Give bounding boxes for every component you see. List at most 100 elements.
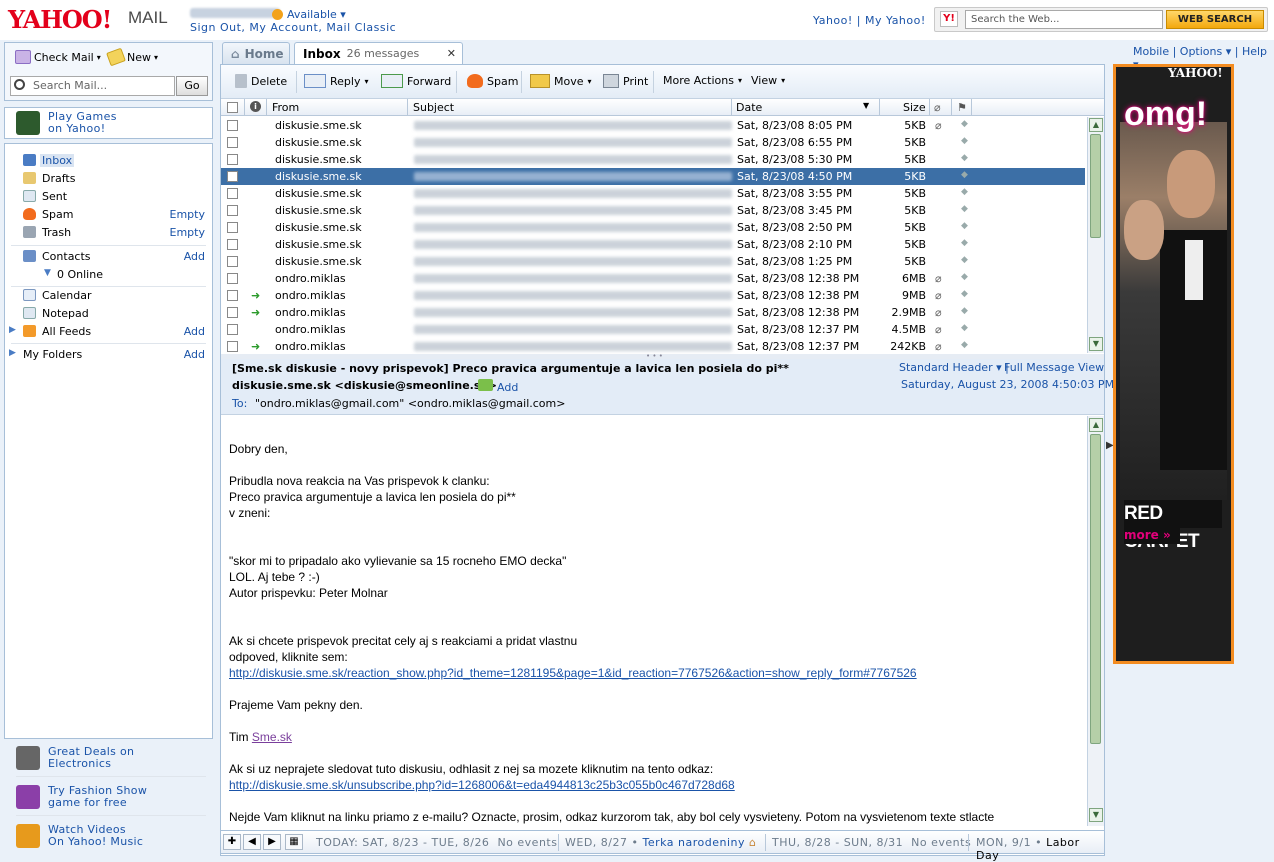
yahoo-logo[interactable]: YAHOO! [8, 5, 112, 34]
sort-desc-icon[interactable]: ▼ [863, 101, 869, 110]
flag-dot-icon[interactable]: ◆ [961, 170, 968, 180]
add-folder-link[interactable]: Add [184, 348, 205, 361]
table-row[interactable]: diskusie.sme.sk Sat, 8/23/08 3:55 PM 5KB ◆ [221, 185, 1085, 202]
column-date[interactable]: Date [736, 101, 762, 114]
account-links[interactable]: Sign Out, My Account, Mail Classic [190, 21, 396, 34]
reply-button[interactable]: Reply ▾ [304, 74, 368, 88]
status-dropdown[interactable]: Available ▾ [287, 8, 346, 21]
column-subject[interactable]: Subject [413, 101, 454, 114]
message-list-scrollbar[interactable]: ▲ ▼ [1087, 117, 1104, 353]
delete-button[interactable]: Delete [235, 74, 287, 88]
table-row[interactable]: diskusie.sme.sk Sat, 8/23/08 3:45 PM 5KB ◆ [221, 202, 1085, 219]
folder-calendar[interactable]: Calendar [5, 287, 212, 304]
calendar-today[interactable]: TODAY: SAT, 8/23 - TUE, 8/26 No events [316, 836, 557, 849]
web-search-button[interactable]: WEB SEARCH [1166, 10, 1264, 29]
row-checkbox[interactable] [227, 137, 238, 148]
scroll-down-icon[interactable]: ▼ [1089, 337, 1103, 351]
search-mail-go-button[interactable]: Go [176, 76, 208, 96]
folder-notepad[interactable]: Notepad [5, 305, 212, 322]
play-games-box[interactable]: Play Games on Yahoo! [4, 107, 213, 139]
forward-button[interactable]: Forward [381, 74, 451, 88]
folder-sent[interactable]: Sent [5, 188, 212, 205]
folder-contacts[interactable]: Contacts Add [5, 248, 212, 265]
full-message-view-link[interactable]: Full Message View [1004, 361, 1104, 374]
unsubscribe-link[interactable]: http://diskusie.sme.sk/unsubscribe.php?i… [229, 778, 735, 792]
promo-fashion-show[interactable]: Try Fashion Show game for free [16, 781, 206, 816]
row-checkbox[interactable] [227, 205, 238, 216]
flag-dot-icon[interactable]: ◆ [961, 306, 968, 316]
expand-icon[interactable]: ▶ [9, 348, 16, 358]
view-button[interactable]: View ▾ [751, 74, 785, 87]
flag-dot-icon[interactable]: ◆ [961, 187, 968, 197]
row-checkbox[interactable] [227, 120, 238, 131]
spam-button[interactable]: Spam [467, 74, 518, 88]
table-row[interactable]: ➜ ondro.miklas Sat, 8/23/08 12:38 PM 2.9MB ⌀… [221, 304, 1085, 321]
table-row[interactable]: diskusie.sme.sk Sat, 8/23/08 4:50 PM 5KB ◆ [221, 168, 1085, 185]
message-body-scrollbar[interactable]: ▲ ▼ [1087, 416, 1104, 826]
scroll-up-icon[interactable]: ▲ [1089, 118, 1103, 132]
scroll-thumb[interactable] [1090, 134, 1101, 238]
calendar-mon[interactable]: MON, 9/1 • Labor Day [976, 836, 1104, 862]
column-from[interactable]: From [272, 101, 299, 114]
check-mail-button[interactable]: Check Mail ▾ [15, 50, 101, 64]
select-all-checkbox[interactable] [227, 102, 238, 113]
add-contact-link[interactable]: Add [184, 250, 205, 263]
row-checkbox[interactable] [227, 273, 238, 284]
tab-home[interactable]: ⌂ Home [222, 42, 290, 64]
calendar-thu-sun[interactable]: THU, 8/28 - SUN, 8/31 No events [772, 836, 971, 849]
close-tab-icon[interactable]: ✕ [447, 47, 456, 60]
folder-trash[interactable]: Trash Empty [5, 224, 212, 241]
scroll-thumb[interactable] [1090, 434, 1101, 744]
add-event-icon[interactable]: ✚ [223, 834, 241, 850]
add-sender-link[interactable]: Add [497, 381, 518, 394]
flag-dot-icon[interactable]: ◆ [961, 323, 968, 333]
folder-inbox[interactable]: Inbox [5, 152, 212, 169]
table-row[interactable]: diskusie.sme.sk Sat, 8/23/08 2:50 PM 5KB ◆ [221, 219, 1085, 236]
move-button[interactable]: Move ▾ [530, 74, 592, 88]
promo-music[interactable]: Watch Videos On Yahoo! Music [16, 820, 206, 855]
flag-dot-icon[interactable]: ◆ [961, 255, 968, 265]
calendar-icon[interactable]: ▦ [285, 834, 303, 850]
row-checkbox[interactable] [227, 307, 238, 318]
table-row[interactable]: diskusie.sme.sk Sat, 8/23/08 8:05 PM 5KB ⌀ ◆ [221, 117, 1085, 134]
attachment-column-icon[interactable]: ⌀ [934, 101, 941, 114]
web-search-input[interactable]: Search the Web... [965, 10, 1163, 29]
flag-dot-icon[interactable]: ◆ [961, 289, 968, 299]
row-checkbox[interactable] [227, 341, 238, 352]
table-row[interactable]: diskusie.sme.sk Sat, 8/23/08 5:30 PM 5KB ◆ [221, 151, 1085, 168]
flag-column-icon[interactable]: ⚑ [957, 101, 967, 114]
play-games-link[interactable]: Play Games on Yahoo! [48, 111, 117, 135]
table-row[interactable]: ondro.miklas Sat, 8/23/08 12:37 PM 4.5MB ⌀ ◆ [221, 321, 1085, 338]
table-row[interactable]: ondro.miklas Sat, 8/23/08 12:38 PM 6MB ⌀ ◆ [221, 270, 1085, 287]
flag-dot-icon[interactable]: ◆ [961, 153, 968, 163]
more-actions-button[interactable]: More Actions ▾ [663, 74, 742, 87]
reaction-link[interactable]: http://diskusie.sme.sk/reaction_show.php… [229, 666, 917, 680]
mail-logo[interactable]: MAIL [128, 8, 168, 28]
flag-dot-icon[interactable]: ◆ [961, 272, 968, 282]
empty-trash-link[interactable]: Empty [170, 226, 205, 239]
add-contact-icon[interactable] [478, 379, 493, 391]
tab-inbox[interactable]: Inbox 26 messages ✕ [294, 42, 463, 64]
row-checkbox[interactable] [227, 171, 238, 182]
add-feed-link[interactable]: Add [184, 325, 205, 338]
expand-icon[interactable]: ▶ [9, 325, 16, 335]
folder-spam[interactable]: Spam Empty [5, 206, 212, 223]
table-row[interactable]: diskusie.sme.sk Sat, 8/23/08 6:55 PM 5KB ◆ [221, 134, 1085, 151]
column-size[interactable]: Size [903, 101, 926, 114]
folder-drafts[interactable]: Drafts [5, 170, 212, 187]
yahoo-links[interactable]: Yahoo! | My Yahoo! [813, 14, 926, 27]
row-checkbox[interactable] [227, 290, 238, 301]
row-checkbox[interactable] [227, 324, 238, 335]
row-checkbox[interactable] [227, 239, 238, 250]
scroll-down-icon[interactable]: ▼ [1089, 808, 1103, 822]
flag-dot-icon[interactable]: ◆ [961, 119, 968, 129]
row-checkbox[interactable] [227, 188, 238, 199]
row-checkbox[interactable] [227, 256, 238, 267]
row-checkbox[interactable] [227, 222, 238, 233]
info-icon[interactable]: i [250, 101, 261, 112]
table-row[interactable]: diskusie.sme.sk Sat, 8/23/08 2:10 PM 5KB ◆ [221, 236, 1085, 253]
row-checkbox[interactable] [227, 154, 238, 165]
contacts-online[interactable]: ▼ 0 Online [5, 266, 212, 283]
flag-dot-icon[interactable]: ◆ [961, 238, 968, 248]
folder-all-feeds[interactable]: ▶ All Feeds Add [5, 323, 212, 340]
